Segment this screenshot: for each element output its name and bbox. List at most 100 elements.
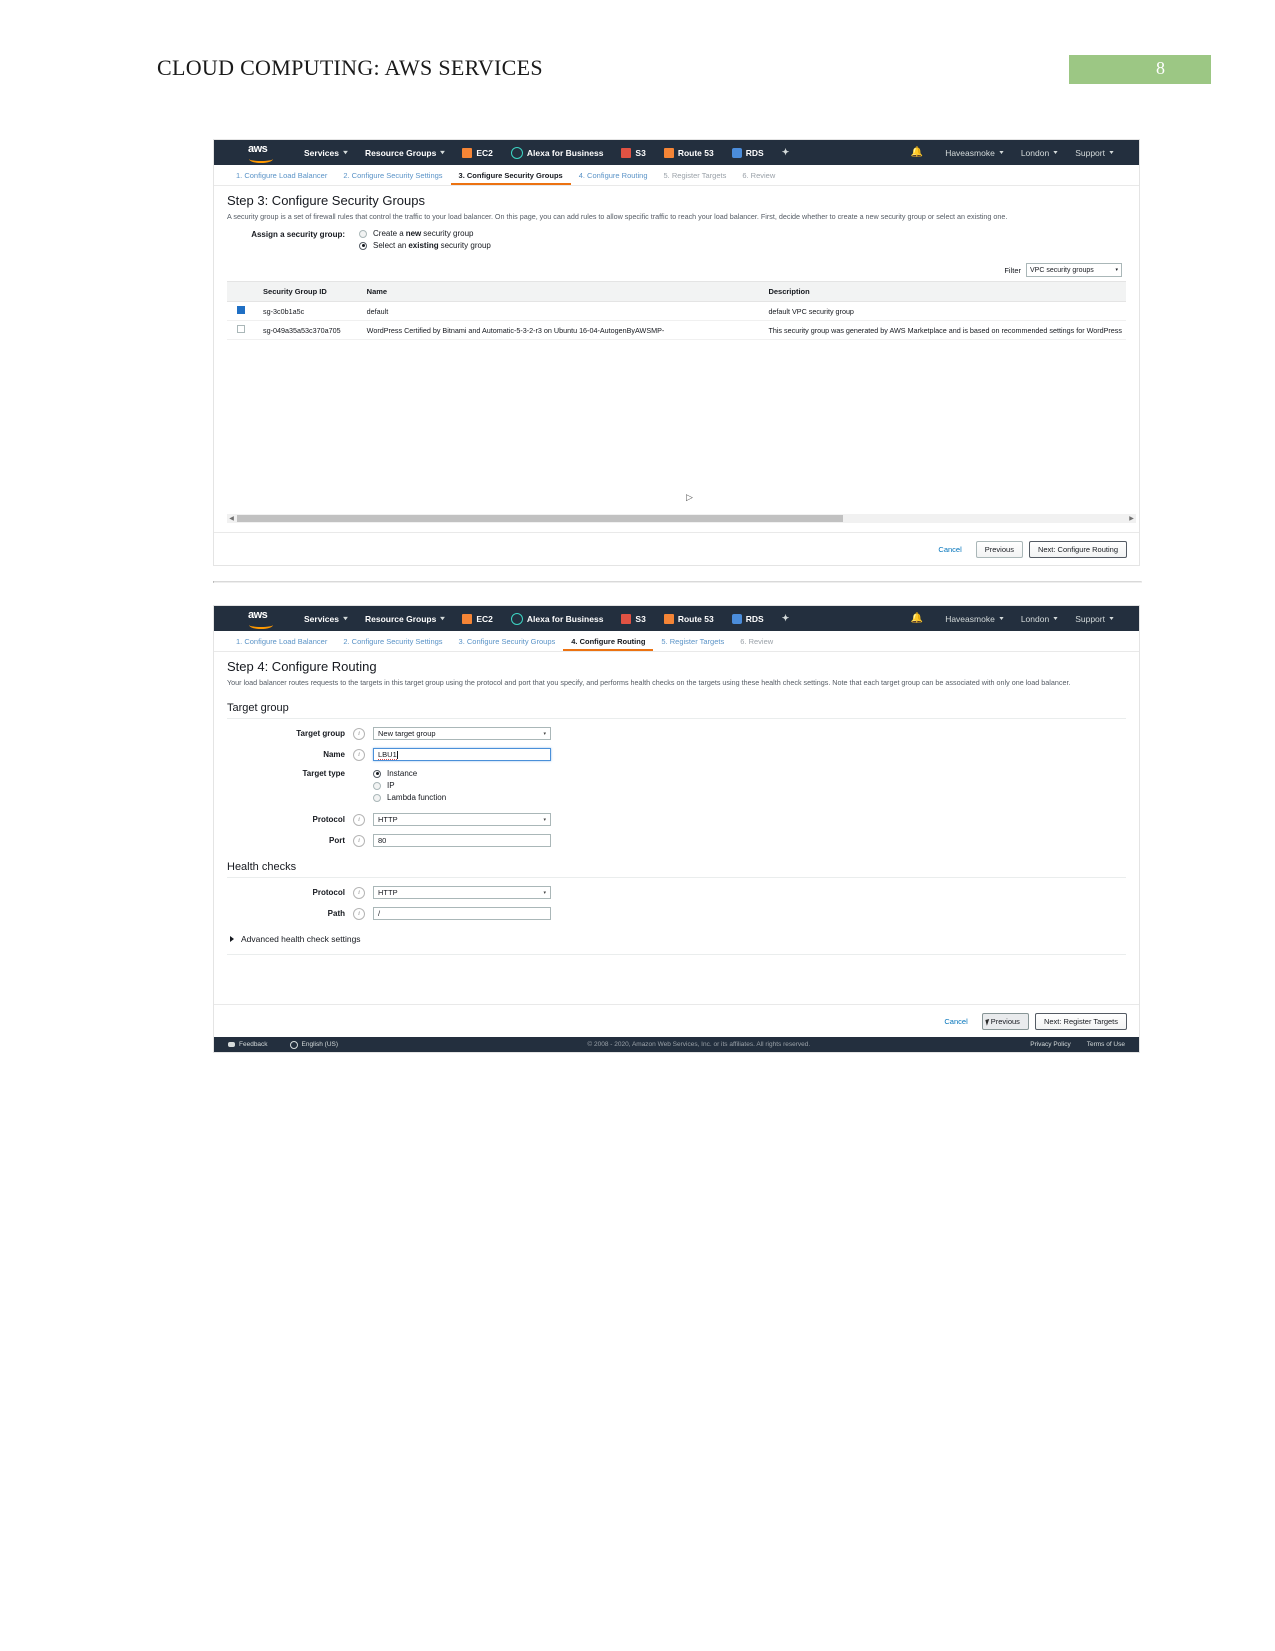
step-3-configure-security-groups[interactable]: 3. Configure Security Groups <box>451 637 564 651</box>
target-type-label: Target type <box>302 769 345 779</box>
health-path-input[interactable]: / <box>373 907 551 921</box>
radio-icon <box>359 241 367 250</box>
assign-security-group-label: Assign a security group: <box>251 230 345 240</box>
step-1-configure-load-balancer[interactable]: 1. Configure Load Balancer <box>228 171 335 185</box>
chevron-down-icon: ▾ <box>343 616 348 622</box>
nav-resource-groups-label: Resource Groups <box>365 147 437 158</box>
name-input[interactable]: LBU1 <box>373 748 551 762</box>
scrollbar-track[interactable] <box>236 515 1127 522</box>
step4-body: Step 4: Configure Routing Your load bala… <box>214 652 1139 956</box>
nav-region-menu[interactable]: London ▾ <box>1021 148 1058 158</box>
nav-support-menu[interactable]: Support ▾ <box>1075 614 1113 624</box>
row-checkbox[interactable] <box>237 325 245 334</box>
table-row[interactable]: sg-049a35a53c370a705 WordPress Certified… <box>227 320 1126 341</box>
radio-target-type-instance[interactable]: Instance <box>373 769 446 778</box>
scrollbar-thumb[interactable] <box>237 515 843 522</box>
scroll-right-arrow-icon[interactable]: ▶ <box>1127 515 1136 522</box>
row-name: WordPress Certified by Bitnami and Autom… <box>362 320 765 341</box>
radio-create-new-security-group[interactable]: Create a new security group <box>359 229 491 238</box>
nav-rds[interactable]: RDS <box>731 147 764 158</box>
radio-select-existing-security-group[interactable]: Select an existing security group <box>359 241 491 250</box>
table-header-name: Name <box>362 281 765 303</box>
advanced-health-check-settings-toggle[interactable]: Advanced health check settings <box>227 934 1126 944</box>
row-security-group-id: sg-049a35a53c370a705 <box>259 320 363 341</box>
language-selector[interactable]: English (US) <box>289 1040 338 1049</box>
nav-resource-groups[interactable]: Resource Groups ▾ <box>365 147 445 158</box>
nav-account-menu[interactable]: Haveasmoke ▾ <box>945 614 1003 624</box>
nav-account-menu[interactable]: Haveasmoke ▾ <box>945 148 1003 158</box>
port-input[interactable]: 80 <box>373 834 551 848</box>
info-icon[interactable]: i <box>353 748 365 761</box>
row-security-group-id: sg-3c0b1a5c <box>259 301 363 322</box>
nav-route53[interactable]: Route 53 <box>663 613 714 624</box>
step-2-configure-security-settings[interactable]: 2. Configure Security Settings <box>335 171 450 185</box>
pin-icon[interactable]: ✦ <box>782 613 790 624</box>
cancel-button[interactable]: Cancel <box>944 1017 967 1026</box>
nav-services[interactable]: Services ▾ <box>304 147 348 158</box>
cancel-button[interactable]: Cancel <box>938 545 961 554</box>
nav-s3[interactable]: S3 <box>621 147 646 158</box>
target-group-select[interactable]: New target group ▾ <box>373 727 551 741</box>
radio-create-new-suffix: security group <box>423 229 474 239</box>
nav-alexa-label: Alexa for Business <box>526 147 604 158</box>
aws-logo-icon[interactable]: aws <box>248 143 276 163</box>
nav-alexa-for-business[interactable]: Alexa for Business <box>510 146 604 159</box>
nav-services-label: Services <box>304 147 339 158</box>
nav-s3[interactable]: S3 <box>621 613 646 624</box>
chevron-down-icon: ▾ <box>440 616 445 622</box>
protocol-select[interactable]: HTTP ▾ <box>373 813 551 827</box>
step-3-configure-security-groups[interactable]: 3. Configure Security Groups <box>450 171 571 185</box>
health-protocol-select[interactable]: HTTP ▾ <box>373 886 551 900</box>
info-icon[interactable]: i <box>353 834 365 847</box>
step-4-configure-routing[interactable]: 4. Configure Routing <box>571 171 656 185</box>
nav-support-menu[interactable]: Support ▾ <box>1075 148 1113 158</box>
info-icon[interactable]: i <box>353 907 365 920</box>
step-1-configure-load-balancer[interactable]: 1. Configure Load Balancer <box>228 637 335 651</box>
privacy-policy-link[interactable]: Privacy Policy <box>1030 1041 1070 1048</box>
chevron-down-icon: ▾ <box>543 816 546 823</box>
step-6-review: 6. Review <box>740 637 774 646</box>
nav-alexa-for-business[interactable]: Alexa for Business <box>510 612 603 625</box>
next-register-targets-button[interactable]: Next: Register Targets <box>1034 1012 1127 1030</box>
radio-create-new-strong: new <box>405 229 422 239</box>
chevron-down-icon: ▾ <box>999 150 1004 156</box>
radio-create-new-prefix: Create a <box>373 229 404 239</box>
nav-services[interactable]: Services ▾ <box>304 614 348 624</box>
table-header-security-group-id: Security Group ID <box>259 281 363 303</box>
nav-ec2[interactable]: EC2 <box>462 613 493 624</box>
chevron-down-icon: ▾ <box>543 889 546 896</box>
footer-links: Privacy Policy Terms of Use <box>1030 1041 1125 1048</box>
filter-select[interactable]: VPC security groups ▾ <box>1026 263 1122 278</box>
row-checkbox[interactable] <box>237 306 245 315</box>
radio-icon <box>373 769 381 778</box>
nav-rds[interactable]: RDS <box>731 613 764 624</box>
aws-logo-icon[interactable]: aws <box>248 609 276 629</box>
pin-icon[interactable]: ✦ <box>782 147 790 158</box>
info-icon[interactable]: i <box>353 886 365 899</box>
step3-description: A security group is a set of firewall ru… <box>227 212 1008 221</box>
radio-target-type-lambda[interactable]: Lambda function <box>373 793 446 802</box>
feedback-link[interactable]: Feedback <box>228 1041 268 1048</box>
page-number-badge: 8 <box>1069 55 1211 84</box>
field-name: Name i LBU1 <box>227 748 1126 762</box>
radio-target-type-ip[interactable]: IP <box>373 781 446 790</box>
horizontal-scrollbar[interactable]: ◀ ▶ <box>227 514 1136 523</box>
terms-of-use-link[interactable]: Terms of Use <box>1087 1041 1125 1048</box>
step-2-configure-security-settings[interactable]: 2. Configure Security Settings <box>335 637 450 651</box>
nav-ec2[interactable]: EC2 <box>462 147 493 158</box>
step-4-configure-routing[interactable]: 4. Configure Routing <box>563 637 654 651</box>
chevron-down-icon: ▾ <box>999 616 1004 622</box>
info-icon[interactable]: i <box>353 727 365 740</box>
scroll-left-arrow-icon[interactable]: ◀ <box>227 515 236 522</box>
step-5-register-targets[interactable]: 5. Register Targets <box>653 637 732 651</box>
table-row[interactable]: sg-3c0b1a5c default default VPC security… <box>227 301 1126 322</box>
previous-button[interactable]: Previous <box>975 540 1023 558</box>
nav-region-menu[interactable]: London ▾ <box>1021 614 1058 624</box>
section-divider <box>227 954 1126 956</box>
nav-resource-groups[interactable]: Resource Groups ▾ <box>365 614 445 624</box>
bell-icon[interactable]: 🔔 <box>911 613 923 624</box>
info-icon[interactable]: i <box>353 813 365 826</box>
nav-route53[interactable]: Route 53 <box>663 147 714 158</box>
next-configure-routing-button[interactable]: Next: Configure Routing <box>1028 540 1127 558</box>
bell-icon[interactable]: 🔔 <box>911 147 923 158</box>
